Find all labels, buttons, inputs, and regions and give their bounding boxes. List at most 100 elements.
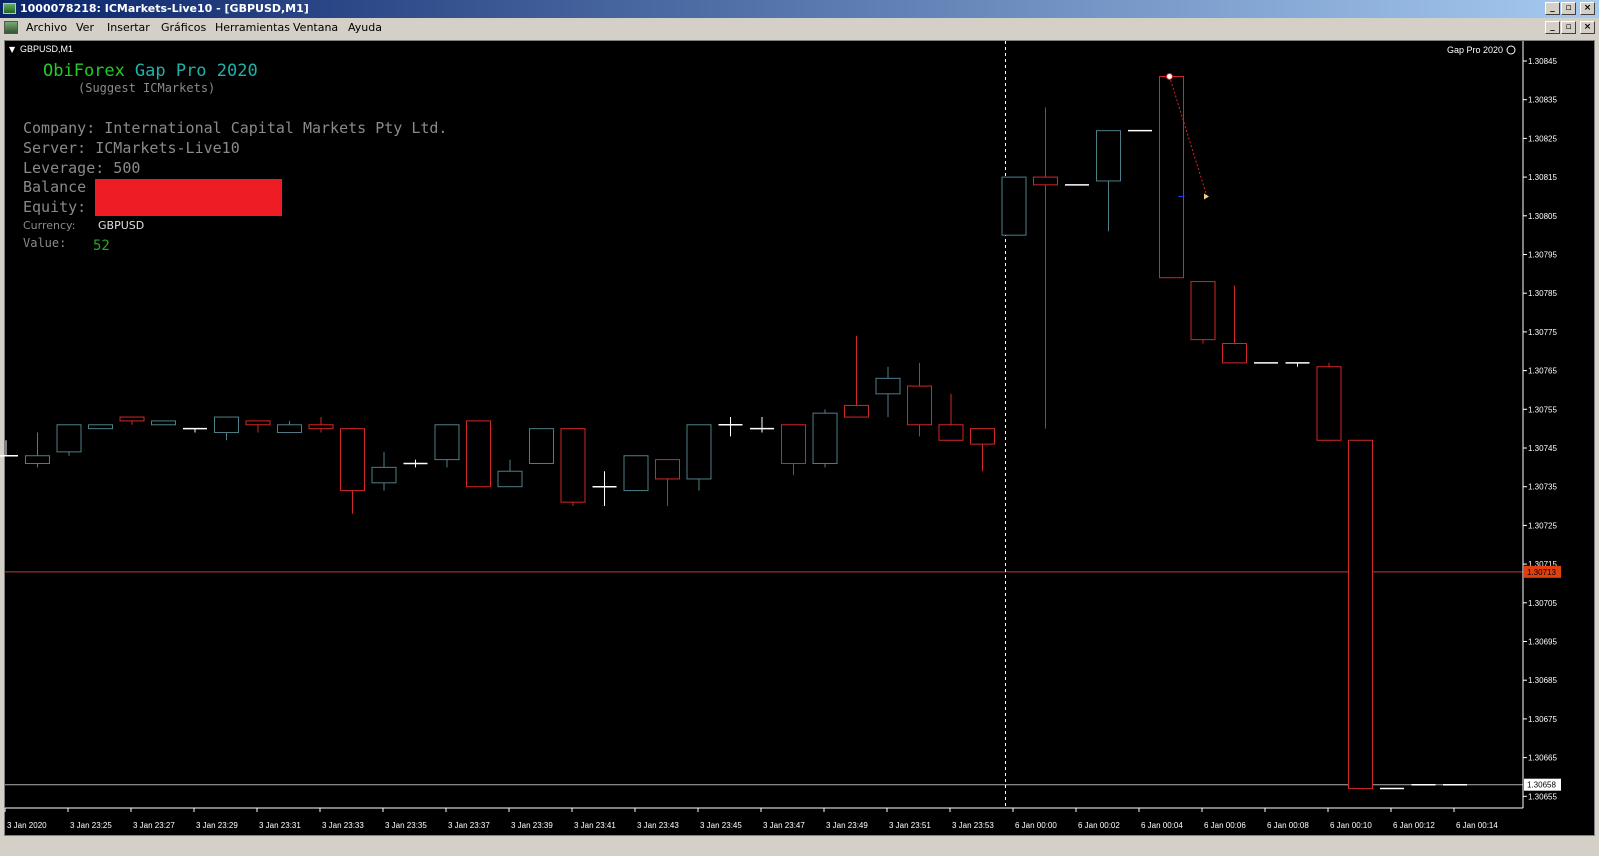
time-label: 3 Jan 23:43 [637, 821, 679, 830]
symbol-dropdown-icon[interactable]: ▼ [9, 45, 16, 54]
candle [1285, 362, 1310, 367]
candle [214, 416, 239, 441]
candle-body [1190, 281, 1216, 341]
candle-body [497, 470, 523, 488]
candle-body [875, 377, 901, 395]
price-label: 1.30845 [1528, 57, 1557, 66]
time-label: 3 Jan 23:25 [70, 821, 112, 830]
candle [0, 440, 18, 457]
time-label: 6 Jan 00:10 [1330, 821, 1372, 830]
candle [1033, 107, 1058, 429]
indicator-label: Gap Pro 2020 [1447, 45, 1503, 55]
time-label: 6 Jan 00:06 [1204, 821, 1246, 830]
candle [403, 459, 428, 468]
time-label: 6 Jan 00:08 [1267, 821, 1309, 830]
candle-body [1001, 176, 1027, 236]
price-label: 1.30765 [1528, 367, 1557, 376]
overlay-leverage: Leverage: 500 [23, 159, 140, 177]
candle [466, 420, 491, 488]
time-label: 3 Jan 23:39 [511, 821, 553, 830]
candle [970, 428, 995, 472]
price-label: 1.30695 [1528, 638, 1557, 647]
candle-body [1159, 75, 1184, 279]
candle [623, 455, 649, 492]
time-label: 3 Jan 23:31 [259, 821, 301, 830]
candle [1222, 285, 1247, 364]
candle [497, 459, 523, 488]
candle-body [1348, 439, 1373, 790]
candle-body [308, 424, 334, 430]
overlay-currency-label: Currency: [23, 219, 75, 232]
overlay-server: Server: ICMarkets-Live10 [23, 139, 240, 157]
candle-body [560, 428, 586, 503]
candle [844, 335, 869, 418]
overlay-title: ObiForex Gap Pro 2020 [43, 61, 258, 81]
overlay-title-brand: ObiForex [43, 61, 125, 81]
redacted-balance-box [95, 179, 282, 216]
price-label: 1.30725 [1528, 521, 1557, 530]
candle [340, 428, 365, 514]
candle-body [245, 420, 271, 426]
indicator-smiley-icon [1506, 45, 1516, 55]
price-chart[interactable]: 1.30845 1.30835 1.30825 1.30815 1.30805 1.307… [0, 0, 1599, 856]
overlay-currency-value: GBPUSD [98, 219, 144, 232]
candle-body [56, 424, 82, 453]
candle [655, 459, 680, 507]
candle [308, 417, 334, 433]
candle [560, 428, 586, 507]
candle [119, 416, 145, 425]
price-label: 1.30785 [1528, 289, 1557, 298]
candle-body [434, 424, 460, 461]
candle-body [1096, 130, 1121, 182]
price-label: 1.30745 [1528, 444, 1557, 453]
overlay-title-product: Gap Pro 2020 [135, 61, 258, 81]
candle [56, 424, 82, 456]
time-label: 3 Jan 23:53 [952, 821, 994, 830]
price-label: 1.30835 [1528, 96, 1557, 105]
candle [1001, 176, 1027, 236]
candle [529, 428, 554, 464]
price-label: 1.30805 [1528, 212, 1557, 221]
candle [875, 366, 901, 418]
candle-body [1222, 343, 1247, 364]
time-axis: 3 Jan 2020 3 Jan 23:25 3 Jan 23:27 3 Jan 23… [4, 807, 1523, 830]
bid-price-label: 1.30658 [1527, 781, 1556, 790]
time-label: 3 Jan 23:41 [574, 821, 616, 830]
candle-body [844, 404, 869, 418]
candle [718, 417, 743, 437]
candle [1316, 362, 1342, 441]
candle-body [119, 416, 145, 422]
price-label: 1.30795 [1528, 251, 1557, 260]
candle [25, 432, 50, 468]
candle-body [371, 466, 397, 484]
candle-body [938, 424, 964, 441]
candle-body [812, 412, 838, 464]
candle-body [88, 424, 113, 430]
trade-entry-marker [1166, 72, 1173, 80]
candle [592, 471, 617, 507]
price-label: 1.30735 [1528, 483, 1557, 492]
candle [434, 424, 460, 468]
candle [1190, 281, 1216, 344]
candle-body [466, 420, 491, 488]
price-label: 1.30685 [1528, 676, 1557, 685]
overlay-equity-label: Equity: [23, 198, 86, 216]
time-label: 3 Jan 23:45 [700, 821, 742, 830]
overlay-value-label: Value: [23, 236, 66, 250]
candle [183, 427, 207, 433]
time-label: 6 Jan 00:12 [1393, 821, 1435, 830]
time-label: 3 Jan 23:37 [448, 821, 490, 830]
price-label: 1.30675 [1528, 715, 1557, 724]
price-axis: 1.30845 1.30835 1.30825 1.30815 1.30805 1.307… [1522, 41, 1561, 808]
candle-body [1316, 366, 1342, 441]
candle-body [655, 459, 680, 480]
time-label: 6 Jan 00:00 [1015, 821, 1057, 830]
candle [812, 409, 838, 468]
overlay-balance-label: Balance [23, 178, 86, 196]
candle [1096, 130, 1121, 232]
symbol-label: GBPUSD,M1 [20, 44, 73, 54]
trade-exit-marker [1204, 193, 1209, 200]
candle-body [214, 416, 239, 434]
candle-body [25, 455, 50, 464]
overlay-subtitle: (Suggest ICMarkets) [78, 81, 215, 95]
